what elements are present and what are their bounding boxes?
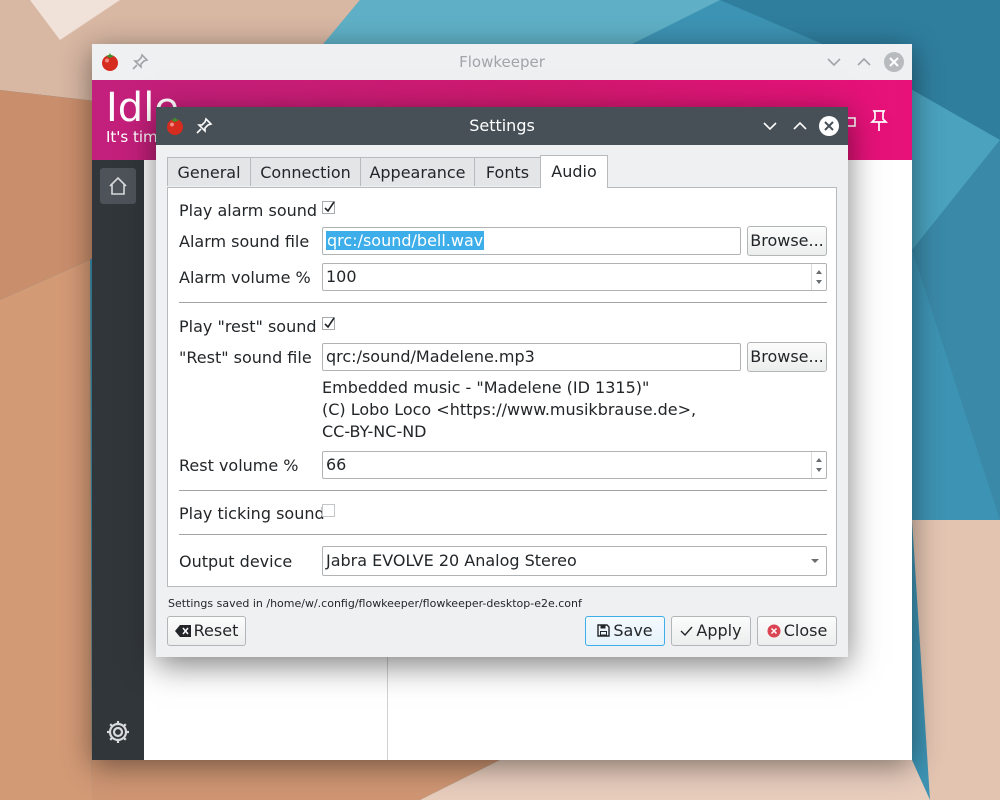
home-button[interactable] [100,168,136,204]
settings-dialog: Settings General Connection Appearance F… [156,107,848,657]
save-label: Save [613,621,653,640]
backspace-icon [174,624,191,637]
output-device-select[interactable]: Jabra EVOLVE 20 Analog Stereo [322,546,827,576]
alarm-file-input[interactable]: qrc:/sound/bell.wav [322,227,741,255]
rest-info-line-2: (C) Lobo Loco <https://www.musikbrause.d… [322,400,697,419]
play-ticking-label: Play ticking sound [179,504,325,523]
home-icon [109,176,127,195]
rest-volume-label: Rest volume % [179,456,299,475]
spin-arrows-icon[interactable] [811,264,826,290]
rest-file-input[interactable]: qrc:/sound/Madelene.mp3 [322,343,741,371]
rest-browse-button[interactable]: Browse... [747,342,827,372]
tab-connection[interactable]: Connection [250,157,361,186]
play-ticking-checkbox[interactable] [322,504,335,517]
alarm-volume-label: Alarm volume % [179,268,311,287]
settings-titlebar[interactable]: Settings [156,107,848,145]
checkmark-icon [324,317,335,329]
close-icon[interactable] [882,50,906,74]
reset-label: Reset [193,621,239,640]
apply-button[interactable]: Apply [671,616,751,646]
alarm-file-value: qrc:/sound/bell.wav [326,231,485,250]
close-circle-icon [767,624,781,637]
alarm-file-label: Alarm sound file [179,232,310,251]
alarm-browse-button[interactable]: Browse... [747,226,827,256]
checkmark-icon [680,626,693,636]
reset-button[interactable]: Reset [167,616,246,646]
settings-gear-icon[interactable] [104,718,132,746]
rest-volume-value: 66 [326,455,347,474]
close-icon[interactable] [817,114,841,138]
save-button[interactable]: Save [585,616,665,646]
settings-title: Settings [469,116,535,135]
minimize-icon[interactable] [758,114,782,138]
tab-general[interactable]: General [167,157,251,186]
main-titlebar[interactable]: Flowkeeper [92,44,912,80]
status-message: Settings saved in /home/w/.config/flowke… [168,597,582,610]
rest-info-line-1: Embedded music - "Madelene (ID 1315)" [322,378,650,397]
pin-window-icon[interactable] [868,108,890,134]
tab-appearance[interactable]: Appearance [360,157,475,186]
main-window-title: Flowkeeper [459,53,545,71]
separator [179,490,827,491]
play-rest-checkbox[interactable] [322,317,335,330]
tab-audio[interactable]: Audio [540,155,608,188]
left-toolbar [92,160,144,760]
output-device-value: Jabra EVOLVE 20 Analog Stereo [326,551,577,570]
close-label: Close [783,621,828,640]
audio-settings-panel: Play alarm sound Alarm sound file qrc:/s… [167,187,837,587]
separator [179,534,827,535]
rest-file-label: "Rest" sound file [179,348,312,367]
save-icon [597,624,611,637]
maximize-icon[interactable] [852,50,876,74]
rest-info-line-3: CC-BY-NC-ND [322,422,427,441]
alarm-volume-spinbox[interactable]: 100 [322,263,827,291]
play-alarm-checkbox[interactable] [322,201,335,214]
maximize-icon[interactable] [788,114,812,138]
alarm-volume-value: 100 [326,267,357,286]
tab-fonts[interactable]: Fonts [474,157,541,186]
chevron-down-icon [811,559,819,563]
play-alarm-label: Play alarm sound [179,201,318,220]
apply-label: Apply [696,621,742,640]
minimize-icon[interactable] [822,50,846,74]
output-device-label: Output device [179,552,293,571]
separator [179,302,827,303]
spin-arrows-icon[interactable] [811,452,826,478]
play-rest-label: Play "rest" sound [179,317,317,336]
close-button[interactable]: Close [757,616,837,646]
rest-file-value: qrc:/sound/Madelene.mp3 [326,347,535,366]
rest-volume-spinbox[interactable]: 66 [322,451,827,479]
checkmark-icon [324,201,335,213]
